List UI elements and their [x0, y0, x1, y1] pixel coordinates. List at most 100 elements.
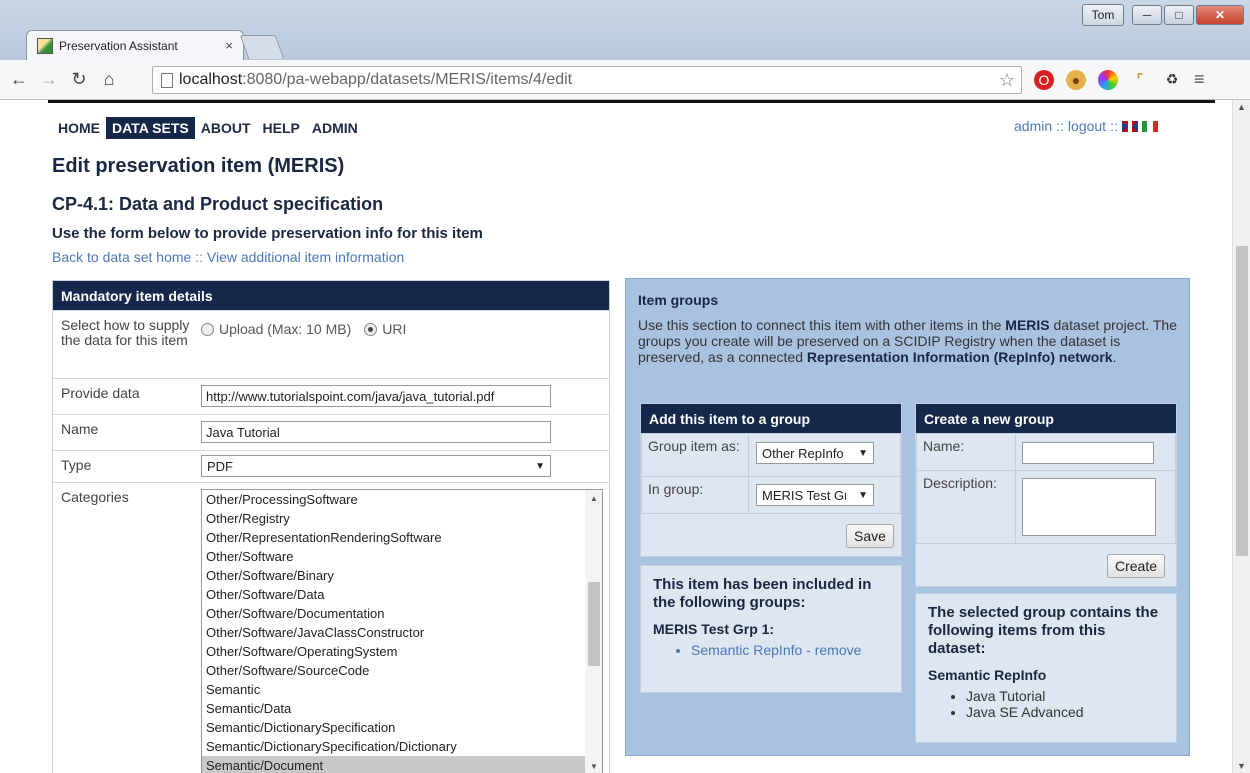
chevron-down-icon: ▼ — [858, 489, 868, 501]
provide-data-input[interactable] — [201, 385, 551, 407]
category-option[interactable]: Other/Software/Data — [202, 585, 602, 604]
group-description-textarea[interactable] — [1022, 478, 1156, 536]
categories-scrollbar[interactable]: ▲ ▼ — [585, 490, 602, 773]
upload-option-label: Upload (Max: 10 MB) — [219, 321, 352, 337]
supply-method-row: Select how to supply the data for this i… — [53, 310, 609, 378]
scroll-up-icon[interactable]: ▲ — [590, 494, 598, 503]
page-title: Edit preservation item (MERIS) — [52, 155, 345, 177]
categories-scroll-thumb[interactable] — [588, 582, 600, 666]
maximize-icon[interactable]: □ — [1164, 5, 1194, 25]
view-item-info-link[interactable]: View additional item information — [207, 249, 404, 265]
create-button[interactable]: Create — [1107, 554, 1166, 578]
minimize-icon[interactable]: ─ — [1132, 5, 1162, 25]
provide-data-row: Provide data — [53, 378, 609, 414]
item-groups-panel: Item groups Use this section to connect … — [625, 278, 1190, 756]
add-to-group-header: Add this item to a group — [641, 404, 901, 433]
nav-data-sets[interactable]: DATA SETS — [106, 117, 195, 139]
page-icon — [161, 72, 173, 88]
ruler-extension-icon[interactable]: ⌜ — [1130, 70, 1150, 90]
desc-network: Representation Information (RepInfo) net… — [806, 349, 1113, 365]
category-option[interactable]: Other/Software/Binary — [202, 566, 602, 585]
uk-flag-icon[interactable] — [1121, 120, 1138, 132]
category-options: Other/ProcessingSoftware Other/Registry … — [202, 490, 602, 773]
logout-link[interactable]: logout — [1068, 118, 1106, 134]
category-option[interactable]: Semantic/DictionarySpecification — [202, 718, 602, 737]
save-button[interactable]: Save — [846, 524, 894, 548]
uri-radio[interactable] — [364, 322, 378, 336]
reload-icon[interactable]: ↻ — [68, 69, 90, 91]
cookie-extension-icon[interactable]: ● — [1066, 69, 1086, 90]
type-select[interactable]: PDF ▼ — [201, 455, 551, 477]
name-input[interactable] — [201, 421, 551, 443]
italy-flag-icon[interactable] — [1141, 120, 1158, 132]
browser-toolbar: ← → ↻ ⌂ localhost :8080/pa-webapp/datase… — [0, 60, 1250, 100]
category-option[interactable]: Other/RepresentationRenderingSoftware — [202, 528, 602, 547]
bookmark-star-icon[interactable]: ☆ — [999, 70, 1015, 91]
color-picker-extension-icon[interactable] — [1098, 69, 1118, 90]
category-option[interactable]: Semantic/Data — [202, 699, 602, 718]
window-controls: Tom ─ □ ✕ — [1082, 4, 1244, 26]
opera-extension-icon[interactable]: O — [1034, 69, 1054, 90]
upload-radio[interactable] — [201, 322, 214, 336]
category-option[interactable]: Other/Software — [202, 547, 602, 566]
category-option[interactable]: Other/Software/OperatingSystem — [202, 642, 602, 661]
back-arrow-icon[interactable]: ← — [8, 69, 30, 91]
browser-tab[interactable]: Preservation Assistant × — [26, 30, 244, 60]
categories-row: Categories Other/ProcessingSoftware Othe… — [53, 482, 609, 773]
tab-close-icon[interactable]: × — [225, 38, 233, 53]
add-to-group-panel: Add this item to a group Group item as: … — [640, 403, 902, 557]
page-scrollbar[interactable]: ▲ ▼ — [1232, 100, 1250, 773]
group-name-input[interactable] — [1022, 442, 1154, 464]
included-groups-title: This item has been included in the follo… — [653, 576, 872, 611]
category-option[interactable]: Other/Software/JavaClassConstructor — [202, 623, 602, 642]
included-item-label: Semantic RepInfo - — [691, 642, 811, 658]
mandatory-details-header: Mandatory item details — [53, 281, 609, 310]
mandatory-details-panel: Mandatory item details Select how to sup… — [52, 280, 610, 773]
nav-home[interactable]: HOME — [52, 117, 106, 139]
category-option[interactable]: Other/Software/SourceCode — [202, 661, 602, 680]
categories-listbox[interactable]: Other/ProcessingSoftware Other/Registry … — [201, 489, 603, 773]
address-bar[interactable]: localhost :8080/pa-webapp/datasets/MERIS… — [152, 66, 1022, 94]
url-path: :8080/pa-webapp/datasets/MERIS/items/4/e… — [242, 71, 573, 88]
admin-link[interactable]: admin — [1014, 118, 1052, 134]
scroll-up-icon[interactable]: ▲ — [1237, 102, 1246, 112]
profile-button[interactable]: Tom — [1082, 4, 1124, 26]
user-bar: admin :: logout :: — [1014, 118, 1158, 134]
group-contents-list: Java Tutorial Java SE Advanced — [928, 688, 1164, 720]
category-option[interactable]: Other/Software/Documentation — [202, 604, 602, 623]
back-to-dataset-link[interactable]: Back to data set home — [52, 249, 191, 265]
category-option[interactable]: Semantic — [202, 680, 602, 699]
included-items-list: Semantic RepInfo - remove — [653, 642, 889, 658]
chevron-down-icon: ▼ — [858, 447, 868, 459]
provide-data-label: Provide data — [61, 385, 140, 401]
new-tab-button[interactable] — [239, 35, 285, 59]
group-as-select[interactable]: Other RepInfo ▼ — [756, 442, 874, 464]
nav-admin[interactable]: ADMIN — [306, 117, 364, 139]
page-viewport: HOME DATA SETS ABOUT HELP ADMIN admin ::… — [0, 100, 1250, 773]
group-description-label: Description: — [916, 470, 1016, 544]
browser-menu-icon[interactable]: ≡ — [1194, 69, 1205, 90]
category-option[interactable]: Other/ProcessingSoftware — [202, 490, 602, 509]
nav-help[interactable]: HELP — [257, 117, 306, 139]
category-option[interactable]: Semantic/DictionarySpecification/Diction… — [202, 737, 602, 756]
name-row: Name — [53, 414, 609, 450]
forward-arrow-icon[interactable]: → — [38, 69, 60, 91]
url-host: localhost — [179, 71, 243, 88]
category-option-selected[interactable]: Semantic/Document — [202, 756, 602, 773]
in-group-select[interactable]: MERIS Test Grp 1 ▼ — [756, 484, 874, 506]
group-as-label: Group item as: — [641, 433, 749, 477]
nav-about[interactable]: ABOUT — [195, 117, 257, 139]
scroll-down-icon[interactable]: ▼ — [590, 762, 598, 771]
home-icon[interactable]: ⌂ — [98, 69, 120, 91]
close-window-icon[interactable]: ✕ — [1196, 5, 1244, 25]
included-group-name: MERIS Test Grp 1: — [653, 621, 775, 637]
page-scroll-thumb[interactable] — [1236, 246, 1248, 556]
item-groups-title: Item groups — [638, 292, 719, 308]
categories-label: Categories — [61, 489, 129, 505]
scroll-down-icon[interactable]: ▼ — [1237, 761, 1246, 771]
remove-link[interactable]: remove — [815, 642, 862, 658]
recycle-extension-icon[interactable]: ♻ — [1162, 70, 1182, 90]
group-as-select-value: Other RepInfo — [762, 445, 844, 461]
category-option[interactable]: Other/Registry — [202, 509, 602, 528]
top-divider — [48, 100, 1215, 103]
